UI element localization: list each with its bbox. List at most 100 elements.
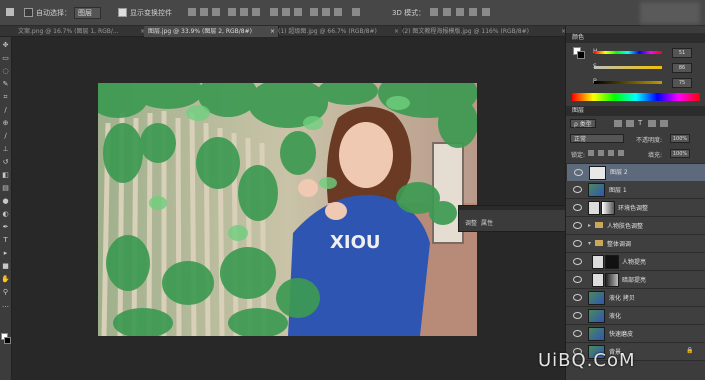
distribute-bottom-icon[interactable] (294, 8, 302, 16)
document-photo[interactable]: XIOU (98, 83, 477, 336)
shape-tool-icon[interactable]: ■ (1, 262, 10, 271)
blend-mode-dropdown[interactable]: 正常 (570, 134, 624, 143)
layer-kind-filter[interactable]: ρ 类型 (570, 119, 596, 128)
panel-drag-handle[interactable] (459, 206, 577, 210)
layer-name[interactable]: 图层 1 (609, 185, 627, 194)
properties-panel-floating[interactable]: 调整 属性 (458, 205, 578, 232)
type-tool-icon[interactable]: T (1, 236, 10, 245)
layer-name[interactable]: 人物肤色调整 (607, 221, 643, 230)
layer-name[interactable]: 液化 (609, 311, 621, 320)
roll-3d-icon[interactable] (443, 8, 451, 16)
layer-name[interactable]: 整体调调 (607, 239, 631, 248)
lock-all-icon[interactable] (618, 150, 624, 156)
visibility-eye-icon[interactable] (574, 169, 583, 176)
scale-3d-icon[interactable] (482, 8, 490, 16)
hue-value[interactable]: 51 (672, 48, 692, 58)
auto-align-icon[interactable] (352, 8, 360, 16)
lock-pixels-icon[interactable] (598, 150, 604, 156)
eraser-tool-icon[interactable]: ◧ (1, 171, 10, 180)
layer-name[interactable]: 图层 2 (610, 168, 628, 178)
background-swatch[interactable] (577, 51, 585, 59)
visibility-eye-icon[interactable] (573, 204, 582, 211)
adjustments-tab[interactable]: 调整 (465, 218, 477, 227)
fill-field[interactable]: 100% (670, 149, 690, 158)
visibility-eye-icon[interactable] (573, 294, 582, 301)
align-bottom-icon[interactable] (212, 8, 220, 16)
slide-3d-icon[interactable] (469, 8, 477, 16)
visibility-eye-icon[interactable] (573, 258, 582, 265)
distribute-left-icon[interactable] (310, 8, 318, 16)
tab-document-1[interactable]: 文案.png @ 16.7% (图层 1, RGB/... × (14, 26, 149, 37)
layer-row-figure-brighten[interactable]: 人物提亮 (566, 253, 705, 271)
blur-tool-icon[interactable]: ● (1, 197, 10, 206)
lock-position-icon[interactable] (608, 150, 614, 156)
layer-group-overall[interactable]: ▾ 整体调调 (566, 235, 705, 253)
tab-document-3[interactable]: (1) 超级图.jpg @ 66.7% (RGB/8#) × (274, 26, 403, 37)
visibility-eye-icon[interactable] (573, 186, 582, 193)
filter-smart-icon[interactable] (660, 120, 668, 127)
align-middle-icon[interactable] (200, 8, 208, 16)
layer-name[interactable]: 液化 拷贝 (609, 293, 635, 302)
distribute-right-icon[interactable] (334, 8, 342, 16)
pen-tool-icon[interactable]: ✒ (1, 223, 10, 232)
hand-tool-icon[interactable]: ✋ (1, 275, 10, 284)
marquee-tool-icon[interactable]: ▭ (1, 54, 10, 63)
saturation-value[interactable]: 86 (672, 63, 692, 73)
align-top-icon[interactable] (188, 8, 196, 16)
background-color-swatch[interactable] (4, 337, 11, 344)
drag-3d-icon[interactable] (456, 8, 464, 16)
color-spectrum-ramp[interactable] (572, 93, 700, 101)
layer-row-layer2[interactable]: 图层 2 (566, 163, 705, 182)
path-select-icon[interactable]: ▸ (1, 249, 10, 258)
brightness-value[interactable]: 75 (672, 78, 692, 88)
auto-select-group[interactable]: 自动选择： 图层 (24, 6, 101, 19)
clone-stamp-icon[interactable]: ⊥ (1, 145, 10, 154)
layer-row-shadow-brighten[interactable]: 暗部提亮 (566, 271, 705, 289)
orbit-3d-icon[interactable] (430, 8, 438, 16)
layer-row-layer1[interactable]: 图层 1 (566, 181, 705, 199)
tab-document-4[interactable]: (2) 图文教程海报模版.jpg @ 116% (RGB/8#) × (398, 26, 570, 37)
filter-type-icon[interactable]: T (638, 119, 642, 127)
visibility-eye-icon[interactable] (573, 330, 582, 337)
layer-row-env-color[interactable]: 环境色调整 (566, 199, 705, 217)
gradient-tool-icon[interactable]: ▤ (1, 184, 10, 193)
show-transform-group[interactable]: 显示变换控件 (118, 7, 172, 18)
eyedropper-icon[interactable]: / (1, 106, 10, 115)
auto-select-target-dropdown[interactable]: 图层 (74, 6, 101, 19)
distribute-top-icon[interactable] (270, 8, 278, 16)
brush-tool-icon[interactable]: ∕ (1, 132, 10, 141)
collapse-triangle-icon[interactable]: ▾ (588, 240, 591, 247)
align-center-icon[interactable] (240, 8, 248, 16)
color-panel-header[interactable]: 颜色 (566, 33, 705, 43)
expand-triangle-icon[interactable]: ▸ (588, 222, 591, 229)
filter-adjustment-icon[interactable] (626, 120, 634, 127)
zoom-tool-icon[interactable]: ⚲ (1, 288, 10, 297)
layer-row-liquify[interactable]: 液化 (566, 307, 705, 325)
dodge-tool-icon[interactable]: ◐ (1, 210, 10, 219)
history-brush-icon[interactable]: ↺ (1, 158, 10, 167)
show-transform-checkbox[interactable] (118, 8, 127, 17)
filter-pixel-icon[interactable] (614, 120, 622, 127)
visibility-eye-icon[interactable] (573, 276, 582, 283)
quick-select-icon[interactable]: ✎ (1, 80, 10, 89)
opacity-field[interactable]: 100% (670, 134, 690, 143)
auto-select-checkbox[interactable] (24, 8, 33, 17)
visibility-eye-icon[interactable] (573, 222, 582, 229)
layer-name[interactable]: 环境色调整 (618, 203, 648, 212)
move-tool-icon[interactable]: ✥ (1, 41, 10, 50)
layer-group-skin[interactable]: ▸ 人物肤色调整 (566, 217, 705, 235)
brightness-slider[interactable] (594, 81, 662, 84)
filter-shape-icon[interactable] (648, 120, 656, 127)
layers-panel-header[interactable]: 图层 (566, 106, 705, 116)
hue-slider[interactable] (594, 51, 662, 54)
layer-row-liquify-copy[interactable]: 液化 拷贝 (566, 289, 705, 307)
properties-tab[interactable]: 属性 (481, 218, 493, 227)
align-right-icon[interactable] (252, 8, 260, 16)
crop-tool-icon[interactable]: ⌗ (1, 93, 10, 102)
distribute-middle-icon[interactable] (282, 8, 290, 16)
layer-name[interactable]: 人物提亮 (622, 257, 646, 266)
tab-document-2[interactable]: 图层.jpg @ 33.9% (图层 2, RGB/8#) × (144, 26, 279, 37)
layer-row-skin-smoothing[interactable]: 快速磨皮 (566, 325, 705, 343)
layer-name[interactable]: 快速磨皮 (609, 329, 633, 338)
lock-transparent-icon[interactable] (588, 150, 594, 156)
